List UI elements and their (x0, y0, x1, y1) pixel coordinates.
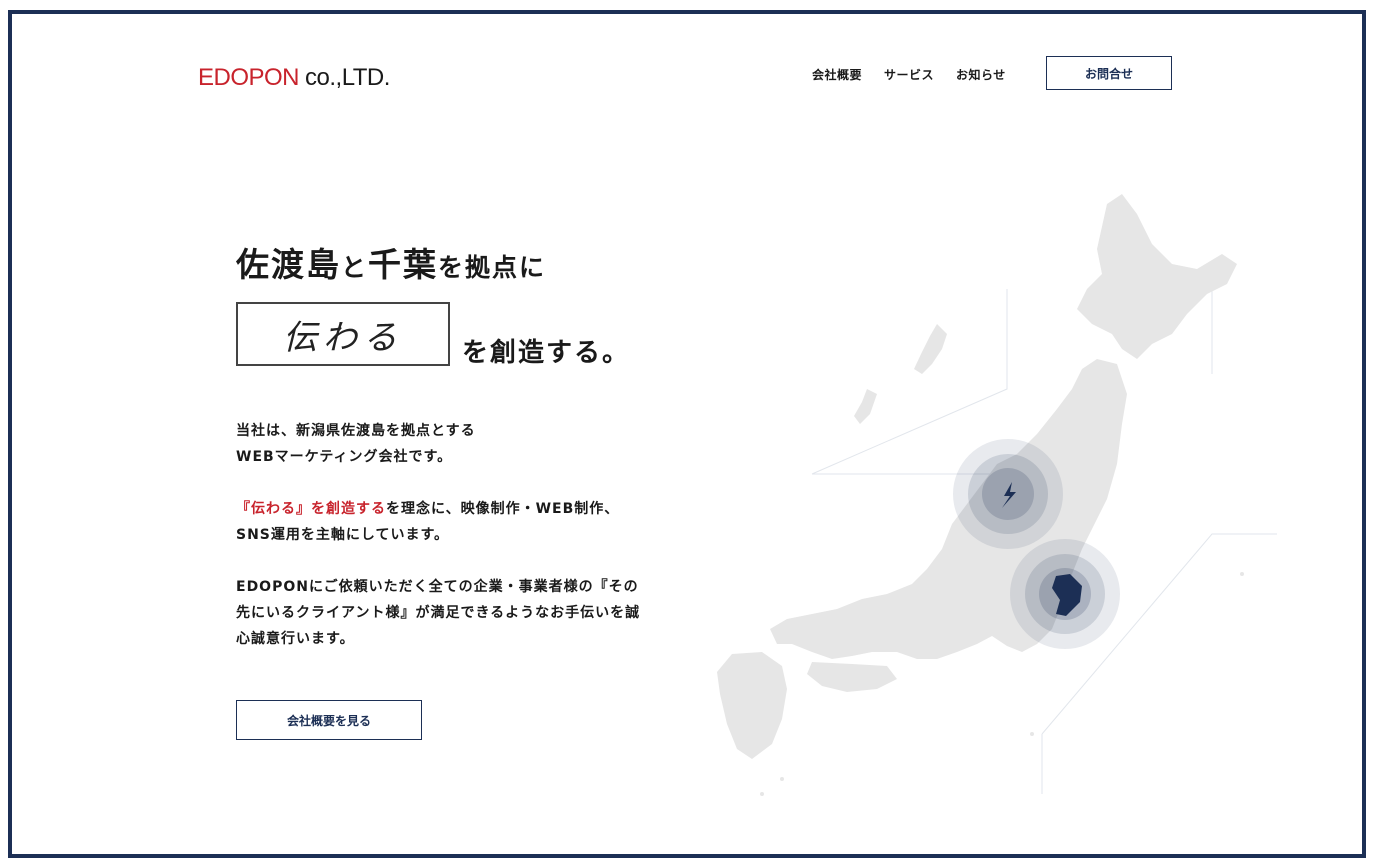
shikoku-shape (807, 662, 897, 692)
intro-line: 『伝わる』を創造するを理念に、映像制作・WEB制作、 (236, 496, 619, 522)
intro-line: EDOPONにご依頼いただく全ての企業・事業者様の『その (236, 579, 639, 595)
hero-headline: 佐渡島と千葉を拠点に (236, 238, 546, 286)
logo-suffix: co.,LTD. (305, 64, 390, 91)
intro-paragraph-1: 当社は、新潟県佐渡島を拠点とする WEBマーケティング会社です。 (236, 418, 476, 470)
japan-map (717, 194, 1277, 796)
hero-subheadline: を創造する。 (462, 338, 631, 368)
intro-line: SNS運用を主軸にしています。 (236, 527, 450, 543)
intro-line: 心誠意行います。 (236, 631, 355, 647)
about-company-button[interactable]: 会社概要を見る (236, 700, 422, 740)
intro-paragraph-2: 『伝わる』を創造するを理念に、映像制作・WEB制作、 SNS運用を主軸にしていま… (236, 496, 619, 548)
nav-link-news[interactable]: お知らせ (956, 66, 1006, 83)
headline-chiba: 千葉 (368, 245, 439, 284)
chiba-marker (1010, 539, 1120, 649)
nav-link-about[interactable]: 会社概要 (812, 66, 862, 83)
hokkaido-shape (1077, 194, 1237, 359)
company-logo[interactable]: EDOPON co.,LTD. (198, 64, 390, 92)
nav-link-services[interactable]: サービス (884, 66, 934, 83)
contact-button[interactable]: お問合せ (1046, 56, 1172, 90)
main-nav: 会社概要 サービス お知らせ (812, 66, 1006, 83)
philosophy-rest: を理念に、映像制作・WEB制作、 (386, 501, 620, 517)
page-frame: EDOPON co.,LTD. 会社概要 サービス お知らせ お問合せ 佐渡島と… (8, 10, 1366, 858)
intro-paragraph-3: EDOPONにご依頼いただく全ての企業・事業者様の『その 先にいるクライアント様… (236, 574, 640, 652)
headline-base: を拠点に (438, 253, 547, 282)
brush-text-box: 伝わる (236, 302, 450, 366)
intro-line: 先にいるクライアント様』が満足できるようなお手伝いを誠 (236, 605, 641, 621)
headline-to: と (341, 253, 369, 282)
headline-sado: 佐渡島 (236, 245, 341, 284)
intro-line: WEBマーケティング会社です。 (236, 449, 453, 465)
intro-line: 当社は、新潟県佐渡島を拠点とする (236, 423, 476, 439)
sado-island-marker (953, 439, 1063, 549)
philosophy-highlight: 『伝わる』を創造する (236, 501, 386, 517)
logo-brand: EDOPON (198, 64, 300, 91)
kyushu-shape (717, 652, 787, 759)
